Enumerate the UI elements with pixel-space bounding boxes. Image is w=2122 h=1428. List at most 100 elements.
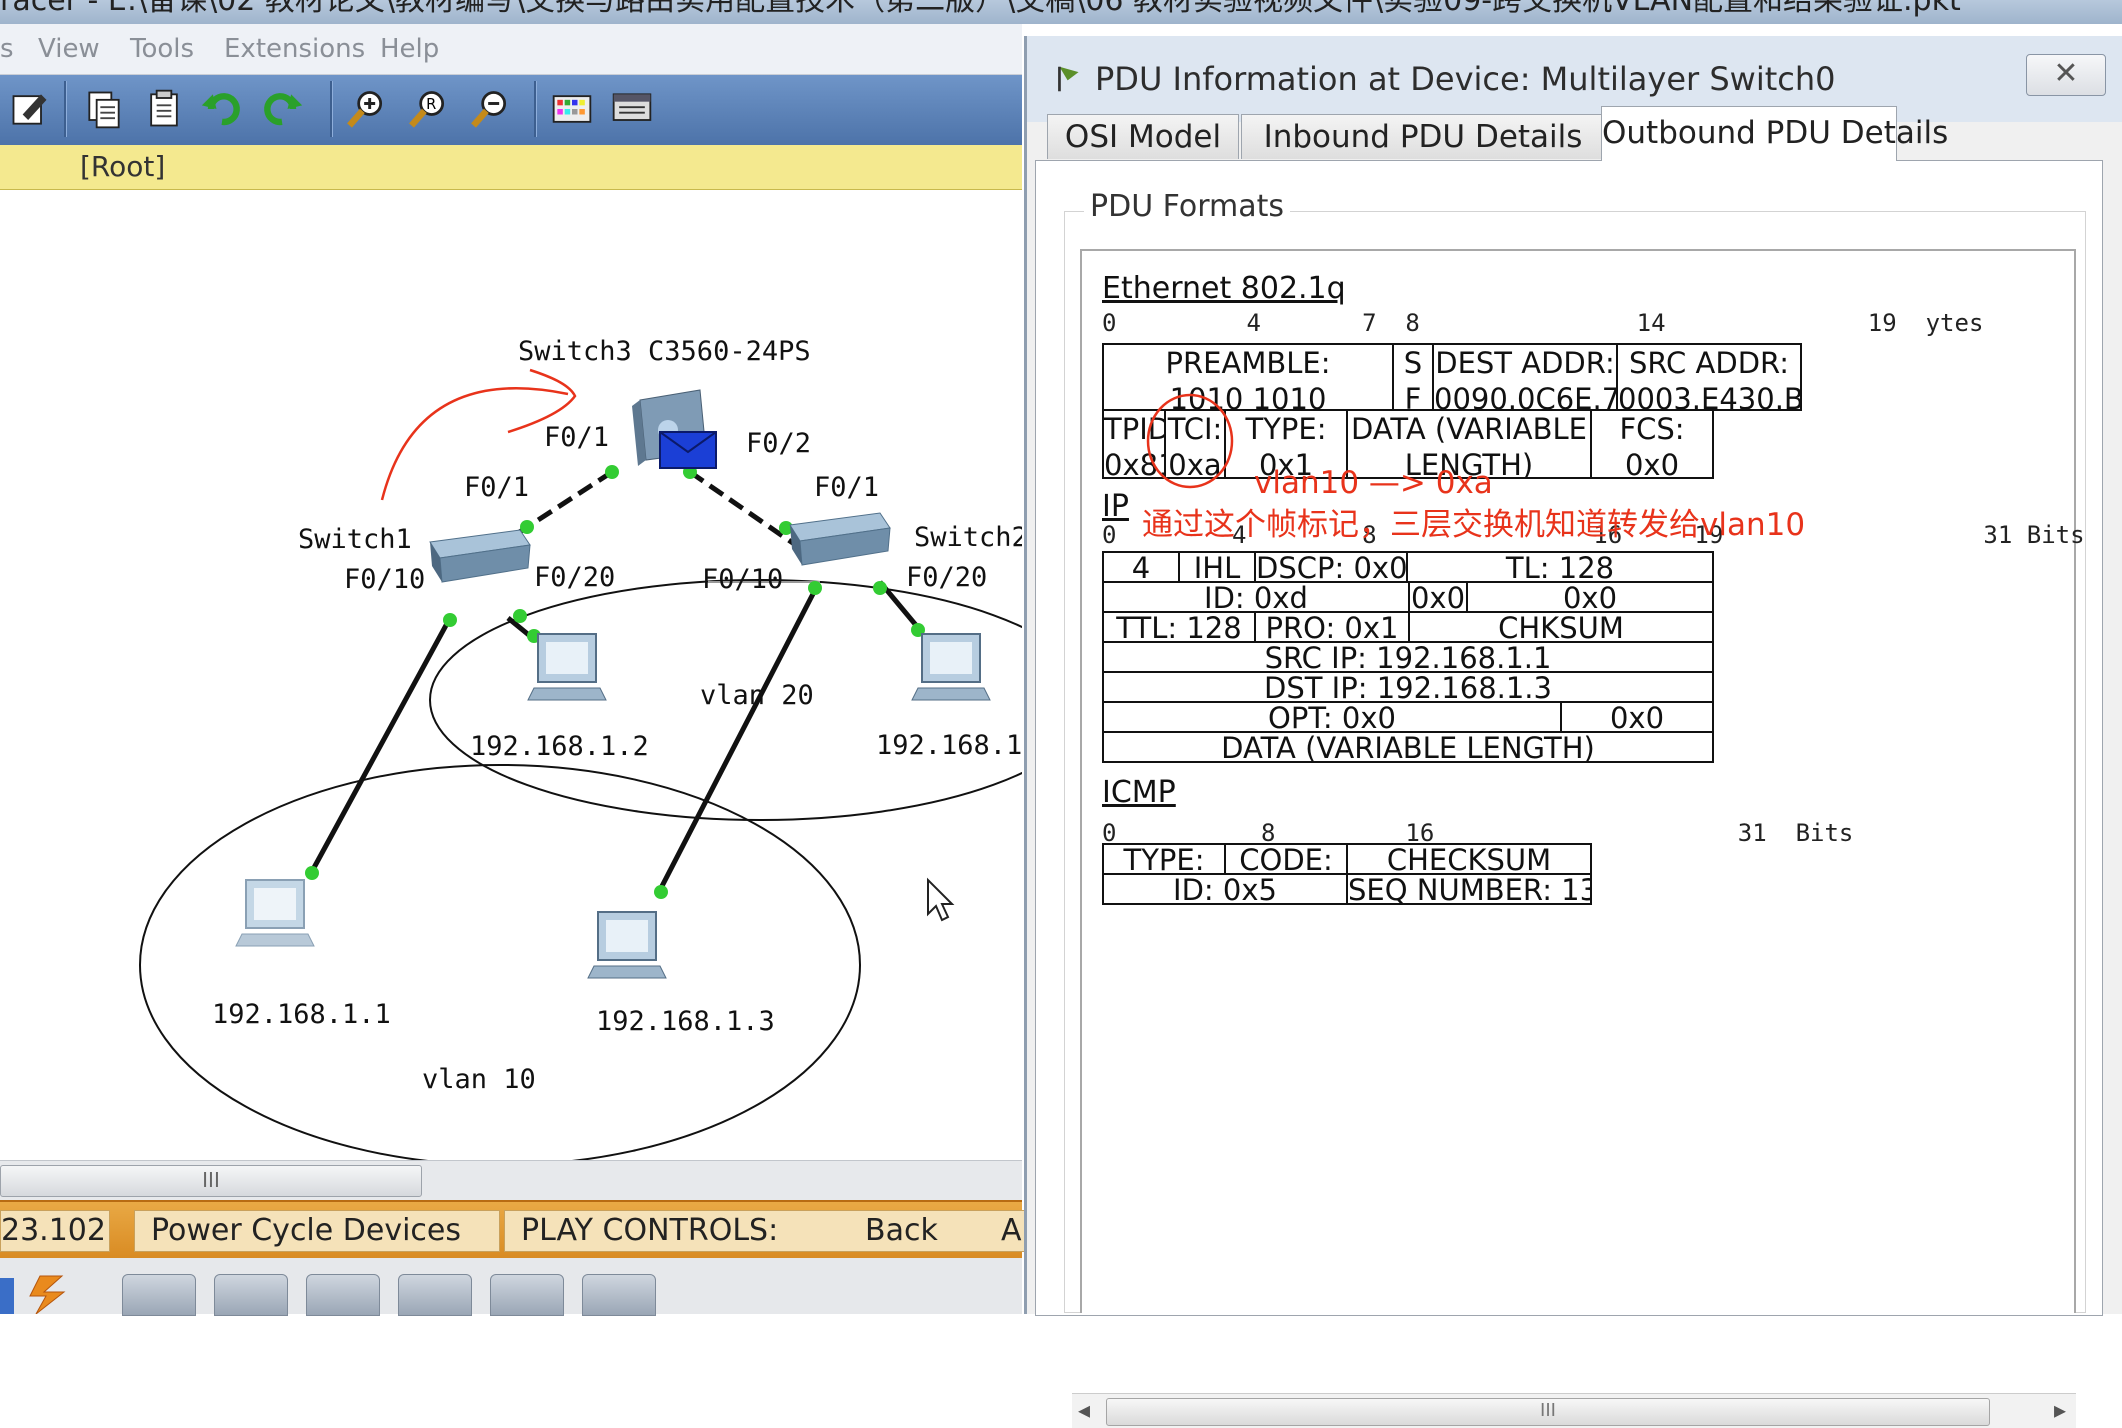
switch1-label: Switch1 bbox=[298, 524, 412, 555]
vlan10-label: vlan 10 bbox=[422, 1064, 536, 1095]
switch3-label: Switch3 C3560-24PS bbox=[518, 336, 811, 367]
tab-inbound-pdu-details[interactable]: Inbound PDU Details bbox=[1241, 114, 1605, 159]
close-button[interactable]: ✕ bbox=[2026, 54, 2106, 96]
switch2-label: Switch2 bbox=[914, 522, 1022, 553]
sfd-label: S bbox=[1403, 346, 1423, 380]
scroll-right-icon[interactable]: ▸ bbox=[2054, 1396, 2066, 1424]
copy-icon bbox=[88, 91, 120, 129]
custom-device-button[interactable] bbox=[608, 85, 656, 133]
undo-icon bbox=[201, 93, 240, 126]
zoom-in-button[interactable] bbox=[342, 85, 390, 133]
menu-item-partial[interactable]: s bbox=[0, 34, 14, 64]
ip-src-field: SRC IP: 192.168.1.1 bbox=[1102, 641, 1714, 673]
topology-canvas[interactable]: Switch3 C3560-24PS Switch1 Switch2 F0/1 … bbox=[0, 190, 1022, 1160]
menu-item-view[interactable]: View bbox=[38, 34, 100, 64]
icmp-seq-field: SEQ NUMBER: 13 bbox=[1346, 873, 1592, 905]
switch1-icon[interactable] bbox=[429, 529, 531, 583]
time-display: 23.102 bbox=[0, 1210, 110, 1252]
edit-button[interactable] bbox=[6, 85, 54, 133]
icmp-type-field: TYPE: bbox=[1102, 843, 1226, 875]
power-cycle-devices-button[interactable]: Power Cycle Devices bbox=[134, 1210, 500, 1252]
packet-tracer-icon bbox=[1058, 66, 1079, 92]
eth-data-label: DATA (VARIABLE bbox=[1351, 412, 1587, 446]
pdu-hscroll-thumb[interactable]: III bbox=[1106, 1398, 1990, 1426]
dest-addr-value: 0090.0C6E.72E bbox=[1434, 382, 1618, 411]
tab-osi-model[interactable]: OSI Model bbox=[1047, 114, 1239, 159]
host-label-pc3: 192.168.1.3 bbox=[596, 1006, 775, 1037]
tab-outbound-pdu-details[interactable]: Outbound PDU Details bbox=[1601, 106, 1948, 161]
sfd-value: F bbox=[1404, 382, 1422, 411]
menu-bar: s View Tools Extensions Help bbox=[0, 24, 1022, 75]
ip-protocol-field: PRO: 0x1 bbox=[1254, 611, 1410, 643]
ip-data-field: DATA (VARIABLE LENGTH) bbox=[1102, 731, 1714, 763]
fcs-field: FCS: 0x0 bbox=[1590, 409, 1714, 479]
s1-port-f020: F0/20 bbox=[534, 562, 615, 593]
edit-icon bbox=[12, 94, 47, 125]
tray-device-4[interactable] bbox=[398, 1274, 472, 1316]
mouse-cursor-icon bbox=[927, 877, 955, 922]
zoom-reset-button[interactable]: R bbox=[404, 85, 452, 133]
switch2-icon[interactable] bbox=[789, 512, 891, 566]
dialog-title-bar[interactable]: PDU Information at Device: Multilayer Sw… bbox=[1027, 36, 2122, 122]
annotation-vlan10-mapping: vlan10 —> 0xa bbox=[1254, 465, 1493, 501]
host-label-pc4: 192.168.1.4 bbox=[876, 730, 1022, 761]
connections-icon[interactable] bbox=[0, 1264, 80, 1314]
hscroll-thumb[interactable]: III bbox=[0, 1165, 422, 1197]
scroll-left-icon[interactable]: ◂ bbox=[1078, 1396, 1090, 1424]
tray-device-2[interactable] bbox=[214, 1274, 288, 1316]
host-label-pc1: 192.168.1.1 bbox=[212, 999, 391, 1030]
menu-item-tools[interactable]: Tools bbox=[130, 34, 194, 64]
menu-item-extensions[interactable]: Extensions bbox=[224, 34, 365, 64]
tci-highlight-circle bbox=[1146, 393, 1234, 489]
undo-button[interactable] bbox=[198, 85, 246, 133]
paste-button[interactable] bbox=[140, 85, 188, 133]
ethernet-byte-scale: 0 4 7 8 14 19 ytes bbox=[1102, 309, 1984, 337]
s3-port-f02: F0/2 bbox=[746, 428, 811, 459]
pc-192-168-1-2-icon[interactable] bbox=[527, 633, 607, 701]
ip-ttl-field: TTL: 128 bbox=[1102, 611, 1256, 643]
tray-device-1[interactable] bbox=[122, 1274, 196, 1316]
s2-port-f010: F0/10 bbox=[702, 564, 783, 595]
annotation-explanation: 通过这个帧标记，三层交换机知道转发给vlan10 bbox=[1142, 507, 1806, 543]
ip-version-field: 4 bbox=[1102, 551, 1180, 583]
ip-dst-field: DST IP: 192.168.1.3 bbox=[1102, 671, 1714, 703]
back-button[interactable]: Back bbox=[865, 1211, 938, 1251]
tray-device-3[interactable] bbox=[306, 1274, 380, 1316]
palette-icon bbox=[552, 95, 592, 123]
dest-addr-label: DEST ADDR: bbox=[1435, 346, 1615, 380]
fcs-value: 0x0 bbox=[1624, 448, 1680, 479]
redo-button[interactable] bbox=[258, 85, 306, 133]
next-button-partial[interactable]: A bbox=[1001, 1211, 1022, 1251]
s1-port-f01: F0/1 bbox=[464, 472, 529, 503]
palette-button[interactable] bbox=[548, 85, 596, 133]
pc-192-168-1-4-icon[interactable] bbox=[911, 633, 991, 701]
fcs-label: FCS: bbox=[1619, 412, 1685, 446]
pc-192-168-1-3-icon[interactable] bbox=[587, 911, 667, 979]
menu-item-help[interactable]: Help bbox=[380, 34, 439, 64]
icmp-section-title: ICMP bbox=[1102, 775, 1176, 810]
copy-button[interactable] bbox=[80, 85, 128, 133]
logical-workspace[interactable]: Switch3 C3560-24PS Switch1 Switch2 F0/1 … bbox=[0, 190, 1022, 1160]
tray-device-6[interactable] bbox=[582, 1274, 656, 1316]
device-dialog-icon bbox=[612, 93, 652, 121]
link-s2-pc3 bbox=[657, 588, 818, 892]
preamble-label: PREAMBLE: bbox=[1165, 346, 1331, 380]
pdu-format-view[interactable]: Ethernet 802.1q 0 4 7 8 14 19 ytes PREAM… bbox=[1080, 249, 2085, 1313]
host-label-pc2: 192.168.1.2 bbox=[470, 731, 649, 762]
window-title-bar: racer - E:\备课\02 教材论文\教材编写\交换与路由实用配置技术（第… bbox=[0, 0, 2122, 24]
tray-device-5[interactable] bbox=[490, 1274, 564, 1316]
pc-192-168-1-1-icon[interactable] bbox=[235, 879, 315, 947]
zoom-reset-icon: R bbox=[409, 91, 445, 128]
pdu-hscrollbar[interactable]: ◂ III ▸ bbox=[1072, 1393, 2076, 1428]
simulation-status-bar: 23.102 Power Cycle Devices PLAY CONTROLS… bbox=[0, 1200, 1028, 1260]
s2-port-f01: F0/1 bbox=[814, 472, 879, 503]
src-addr-field: SRC ADDR: 0003.E430.B72 bbox=[1616, 343, 1802, 411]
root-label[interactable]: [Root] bbox=[80, 150, 165, 183]
logical-root-bar: [Root] bbox=[0, 145, 1022, 190]
multilayer-switch3-icon[interactable] bbox=[632, 389, 717, 469]
ip-total-length-field: TL: 128 bbox=[1406, 551, 1714, 583]
ip-ihl-field: IHL bbox=[1178, 551, 1256, 583]
ip-frag-offset-field: 0x0 bbox=[1466, 581, 1714, 613]
zoom-out-button[interactable] bbox=[466, 85, 514, 133]
workspace-hscrollbar[interactable]: III bbox=[0, 1160, 1022, 1201]
